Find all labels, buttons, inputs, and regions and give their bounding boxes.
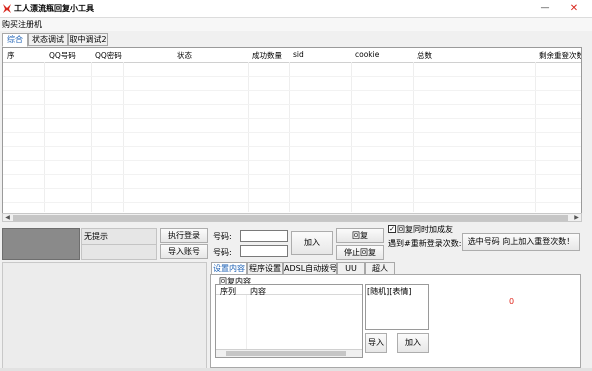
reply-text-area[interactable]: [随机][表情]: [365, 284, 429, 330]
status-indicator-panel: [2, 228, 80, 260]
column-header-relogin-remaining[interactable]: 剩余重登次数: [539, 50, 581, 61]
stop-reply-button[interactable]: 停止回复: [336, 245, 384, 260]
add-friend-checkbox-label[interactable]: 回复同时加成友: [397, 224, 453, 235]
column-header-success-count[interactable]: 成功数量: [252, 50, 282, 61]
column-header-total[interactable]: 总数: [417, 50, 432, 61]
row-divider: [3, 90, 581, 91]
window-edge: [582, 47, 590, 222]
add-reply-button[interactable]: 加入: [397, 333, 429, 353]
row-divider: [3, 146, 581, 147]
number-label-1: 号码:: [213, 232, 232, 241]
reply-text-value: [随机][表情]: [367, 287, 412, 296]
row-divider: [3, 202, 581, 203]
app-logo-icon: [3, 4, 11, 13]
reply-count: 0: [509, 297, 515, 306]
column-header-password[interactable]: QQ密码: [95, 50, 122, 61]
row-divider: [3, 160, 581, 161]
account-table[interactable]: 序 QQ号码 QQ密码 状态 成功数量 sid cookie 总数 剩余重登次数: [2, 47, 582, 222]
reply-button[interactable]: 回复: [336, 228, 384, 243]
scroll-left-arrow-icon[interactable]: ◀: [3, 214, 12, 222]
column-header-seq[interactable]: 序列: [220, 286, 236, 297]
row-divider: [3, 104, 581, 105]
row-divider: [3, 118, 581, 119]
column-header-content[interactable]: 内容: [250, 286, 266, 297]
select-add-relogin-button[interactable]: 选中号码 向上加入重登次数！: [462, 233, 580, 251]
execute-login-button[interactable]: 执行登录: [160, 228, 208, 243]
tab-status-debug[interactable]: 状态调试: [28, 33, 68, 46]
reply-content-table[interactable]: 序列 内容: [215, 284, 363, 358]
add-friend-checkbox[interactable]: ✓: [388, 225, 396, 233]
tab-fetch-debug-2[interactable]: 取中调试2: [68, 33, 108, 46]
column-divider: [413, 62, 414, 212]
reply-settings-panel: 回复内容 序列 内容 [随机][表情] 0 导入 加入: [210, 274, 581, 368]
minimize-button[interactable]: —: [537, 2, 553, 15]
row-divider: [3, 132, 581, 133]
import-accounts-button[interactable]: 导入账号: [160, 244, 208, 259]
scrollbar-thumb[interactable]: [13, 215, 568, 221]
horizontal-scrollbar[interactable]: ◀ ▶: [2, 213, 582, 222]
checkmark-icon: ✓: [389, 225, 395, 233]
column-header-index[interactable]: 序: [7, 50, 15, 61]
column-divider: [44, 62, 45, 212]
column-header-qq[interactable]: QQ号码: [49, 50, 76, 61]
hint-text: 无提示: [84, 232, 108, 241]
column-divider: [248, 62, 249, 212]
window-title: 工人漂流瓶回复小工具: [14, 4, 94, 13]
log-area: [2, 262, 207, 369]
column-divider: [123, 62, 124, 212]
column-divider: [246, 295, 247, 350]
reply-table-header: 序列 内容: [216, 285, 362, 297]
column-divider: [91, 62, 92, 212]
column-divider: [289, 62, 290, 212]
number-input-1[interactable]: [240, 230, 288, 242]
row-divider: [3, 174, 581, 175]
row-divider: [3, 76, 581, 77]
tab-overview[interactable]: 综合: [2, 33, 28, 47]
table-header: 序 QQ号码 QQ密码 状态 成功数量 sid cookie 总数 剩余重登次数: [3, 48, 581, 63]
close-button[interactable]: ✕: [566, 2, 582, 15]
scroll-right-arrow-icon[interactable]: ▶: [572, 214, 581, 222]
number-label-2: 号码:: [213, 248, 232, 257]
title-bar: 工人漂流瓶回复小工具 — ✕: [0, 0, 592, 18]
column-header-status[interactable]: 状态: [177, 50, 192, 61]
menu-item-buy-registration[interactable]: 购买注册机: [2, 19, 42, 30]
scrollbar-thumb[interactable]: [226, 351, 346, 356]
column-header-sid[interactable]: sid: [293, 50, 304, 59]
hint-panel: 无提示: [81, 228, 157, 260]
hint-divider: [82, 244, 156, 245]
relogin-count-label: 遇到#重新登录次数:: [388, 239, 462, 248]
row-divider: [3, 188, 581, 189]
add-number-button[interactable]: 加入: [291, 231, 333, 255]
import-reply-button[interactable]: 导入: [365, 333, 387, 353]
column-header-cookie[interactable]: cookie: [355, 50, 379, 59]
column-divider: [535, 62, 536, 212]
menu-bar: 购买注册机: [0, 18, 592, 31]
number-input-2[interactable]: [240, 245, 288, 257]
reply-table-scrollbar[interactable]: [216, 349, 362, 357]
column-divider: [351, 62, 352, 212]
